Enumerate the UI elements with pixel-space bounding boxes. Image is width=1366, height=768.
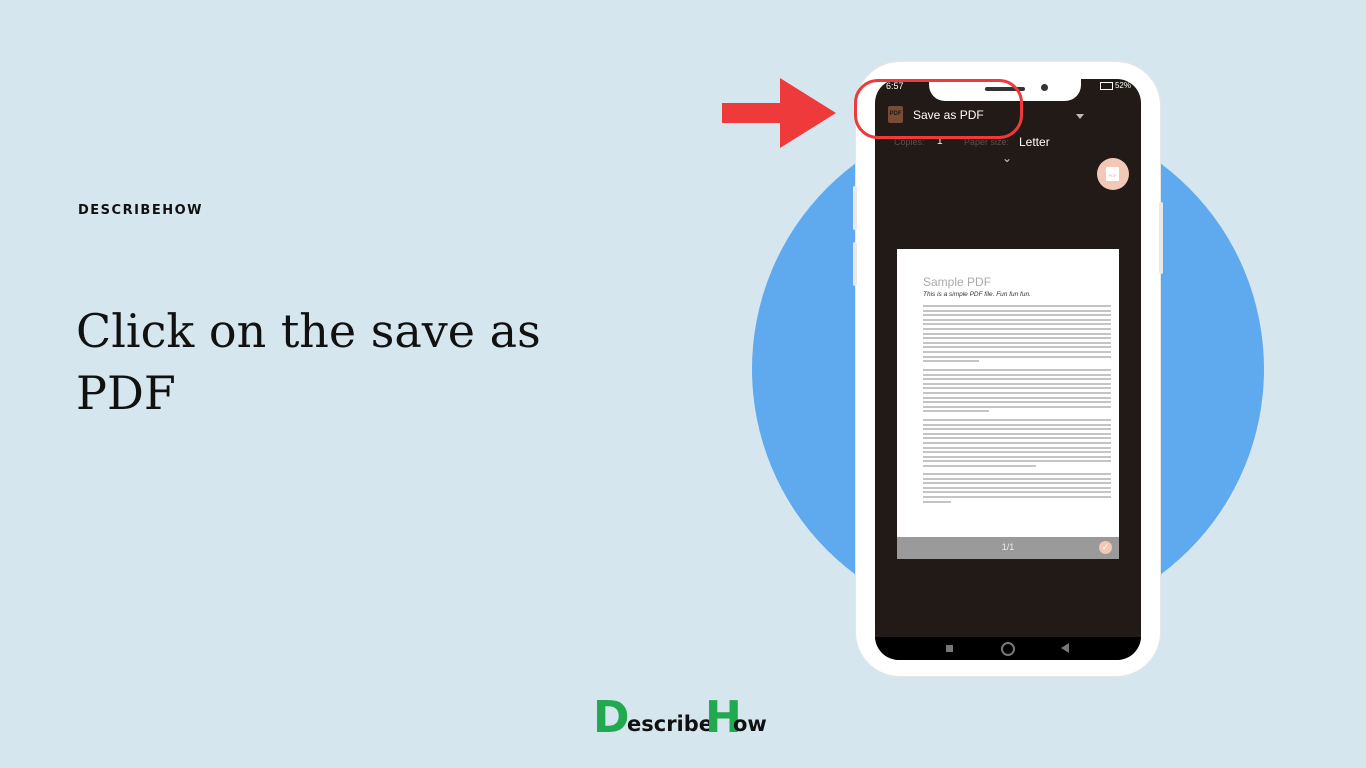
fab-icon-label: PDF bbox=[1108, 173, 1117, 178]
battery-icon bbox=[1099, 81, 1113, 90]
headline: Click on the save as PDF bbox=[76, 304, 541, 420]
dropdown-triangle-icon[interactable] bbox=[1076, 114, 1084, 119]
document-paragraph bbox=[923, 419, 1111, 470]
home-icon[interactable] bbox=[1001, 642, 1015, 656]
brand-label: DESCRIBEHOW bbox=[78, 203, 203, 218]
phone-side-button bbox=[853, 242, 857, 286]
recents-icon[interactable] bbox=[946, 645, 953, 652]
page-footer: 1/1 ✓ bbox=[897, 537, 1119, 559]
phone-frame: 6:57 52% PDF Save as PDF Copies: 1 Paper… bbox=[853, 62, 1163, 676]
page-counter: 1/1 bbox=[1001, 542, 1015, 552]
chevron-down-icon[interactable]: ⌄ bbox=[1002, 151, 1012, 165]
back-icon[interactable] bbox=[1061, 643, 1069, 653]
document-title: Sample PDF bbox=[923, 275, 992, 289]
highlight-ring bbox=[854, 79, 1023, 139]
logo-text-middle: escribe bbox=[627, 712, 714, 736]
android-nav-bar bbox=[875, 637, 1141, 660]
pdf-page-preview: Sample PDF This is a simple PDF file. Fu… bbox=[897, 249, 1119, 537]
document-paragraph bbox=[923, 369, 1111, 415]
arrow-right-icon bbox=[722, 78, 836, 148]
status-battery: 52% bbox=[1099, 81, 1131, 90]
phone-side-button bbox=[853, 186, 857, 230]
document-paragraph bbox=[923, 305, 1111, 365]
logo-letter-d: D bbox=[593, 692, 630, 743]
battery-level: 52% bbox=[1114, 81, 1131, 90]
phone-screen: 6:57 52% PDF Save as PDF Copies: 1 Paper… bbox=[875, 79, 1141, 660]
document-subtitle: This is a simple PDF file. Fun fun fun. bbox=[923, 291, 1031, 298]
phone-power-button bbox=[1159, 202, 1163, 274]
save-pdf-button[interactable]: PDF bbox=[1097, 158, 1129, 190]
document-paragraph bbox=[923, 473, 1111, 505]
paper-size-value[interactable]: Letter bbox=[1019, 135, 1050, 149]
check-icon[interactable]: ✓ bbox=[1099, 541, 1112, 554]
logo-text-end: ow bbox=[733, 712, 767, 736]
save-pdf-icon: PDF bbox=[1106, 167, 1119, 181]
camera bbox=[1041, 84, 1048, 91]
